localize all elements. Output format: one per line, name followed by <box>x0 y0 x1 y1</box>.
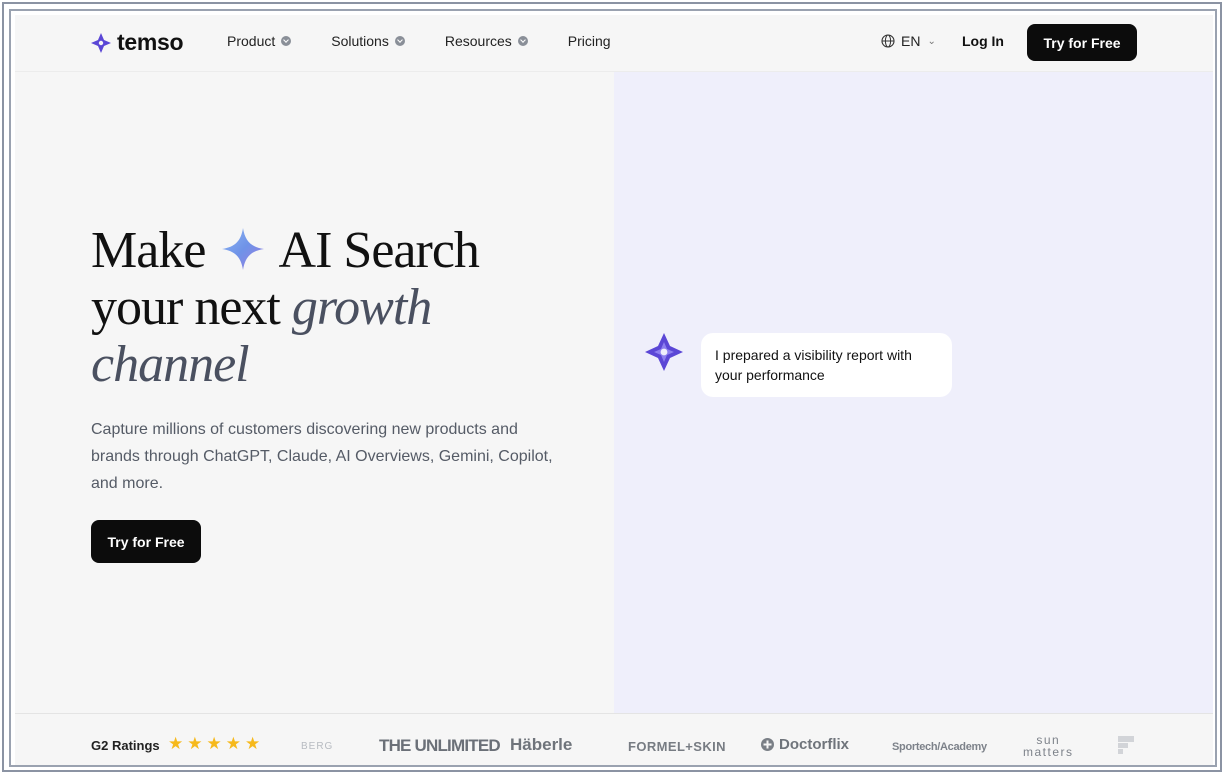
g2-ratings-label: G2 Ratings <box>91 738 160 753</box>
chevron-down-icon <box>517 36 528 46</box>
star-icon: ★ <box>168 734 184 753</box>
hero-left: Make AI Search your next growth channel … <box>15 72 614 713</box>
sparkle-icon <box>222 228 265 270</box>
site-header: temso Product Solutions Resources Pricin… <box>15 15 1213 72</box>
try-for-free-header-button[interactable]: Try for Free <box>1027 24 1137 61</box>
customer-logo-haberle: Häberle <box>510 735 573 754</box>
try-for-free-hero-button[interactable]: Try for Free <box>91 520 201 563</box>
nav-item-label: Resources <box>444 33 512 49</box>
rating-stars: ★ ★ ★ ★ ★ <box>168 735 260 752</box>
nav-item-pricing[interactable]: Pricing <box>568 33 611 49</box>
hero-right-panel: I prepared a visibility report with your… <box>614 72 1213 713</box>
language-label: EN <box>901 33 921 49</box>
globe-icon <box>881 34 895 48</box>
headline-word-your-next: your next <box>91 279 281 336</box>
temso-assistant-icon <box>645 333 683 371</box>
customer-logo-sportech-academy: Sportech/Academy <box>892 741 987 753</box>
brand-name: temso <box>117 29 184 55</box>
customer-logo-doctorflix: Doctorflix <box>760 736 849 753</box>
doctorflix-logo-icon <box>761 738 774 751</box>
chevron-down-icon <box>394 36 405 46</box>
star-icon: ★ <box>206 734 222 753</box>
nav-item-label: Solutions <box>331 33 389 49</box>
chevron-down-icon <box>281 36 292 46</box>
hero-headline: Make AI Search your next growth channel <box>91 222 591 393</box>
partial-logo-icon <box>1118 736 1134 754</box>
headline-word-growth: growth <box>291 279 432 336</box>
headline-word-make: Make <box>91 222 206 279</box>
hero-subtext: Capture millions of customers discoverin… <box>91 421 553 492</box>
doctorflix-wordmark: Doctorflix <box>779 736 850 753</box>
star-icon: ★ <box>187 734 203 753</box>
nav-item-product[interactable]: Product <box>227 33 292 49</box>
login-link[interactable]: Log In <box>962 33 1004 49</box>
customer-logo-the-unlimited: THE UNLIMITED <box>379 736 501 755</box>
page: temso Product Solutions Resources Pricin… <box>15 15 1213 765</box>
main-nav: Product Solutions Resources Pricing <box>227 33 651 49</box>
headline-word-ai-search: AI Search <box>278 222 480 279</box>
nav-item-label: Pricing <box>567 33 611 49</box>
brand-logo[interactable]: temso <box>91 29 184 56</box>
customer-logo-formel-skin: FORMEL+SKIN <box>628 739 726 754</box>
chat-bubble: I prepared a visibility report with your… <box>701 333 952 397</box>
star-icon: ★ <box>245 734 261 753</box>
star-icon: ★ <box>225 734 241 753</box>
temso-logo-icon <box>91 32 111 53</box>
nav-item-resources[interactable]: Resources <box>445 33 528 49</box>
chevron-down-icon: ⌄ <box>927 35 936 47</box>
language-selector[interactable]: EN ⌄ <box>881 33 936 49</box>
nav-item-solutions[interactable]: Solutions <box>331 33 405 49</box>
customer-logo-berg: BERG <box>301 741 334 752</box>
customer-logo-sun-matters: sun matters <box>1023 734 1074 758</box>
ratings-logo-strip: G2 Ratings ★ ★ ★ ★ ★ BERG THE UNLIMITED … <box>15 713 1213 765</box>
headline-word-channel: channel <box>91 336 250 393</box>
nav-item-label: Product <box>227 33 276 49</box>
sun-matters-line2: matters <box>1023 745 1074 759</box>
